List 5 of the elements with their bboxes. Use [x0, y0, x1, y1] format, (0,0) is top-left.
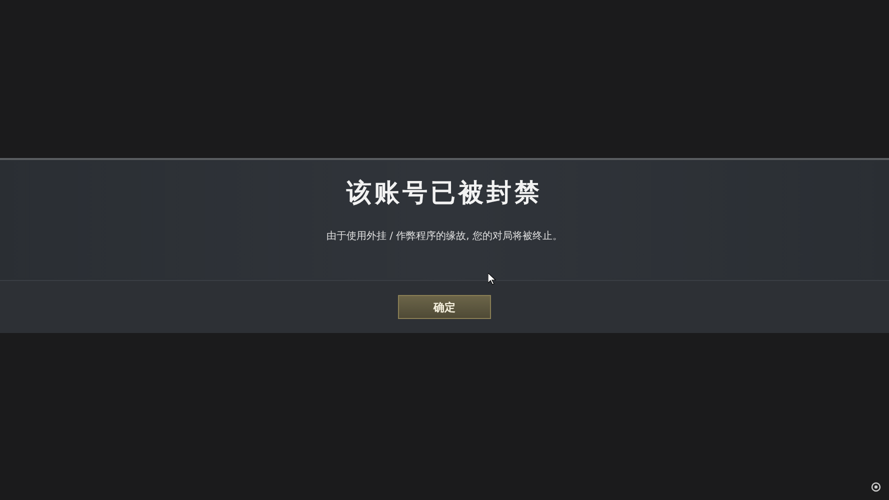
cursor-icon	[488, 273, 496, 285]
record-icon	[871, 482, 881, 492]
dialog-message: 由于使用外挂 / 作弊程序的缘故, 您的对局将被终止。	[326, 230, 563, 243]
confirm-button[interactable]: 确定	[398, 295, 491, 319]
dialog-title: 该账号已被封禁	[346, 177, 542, 209]
